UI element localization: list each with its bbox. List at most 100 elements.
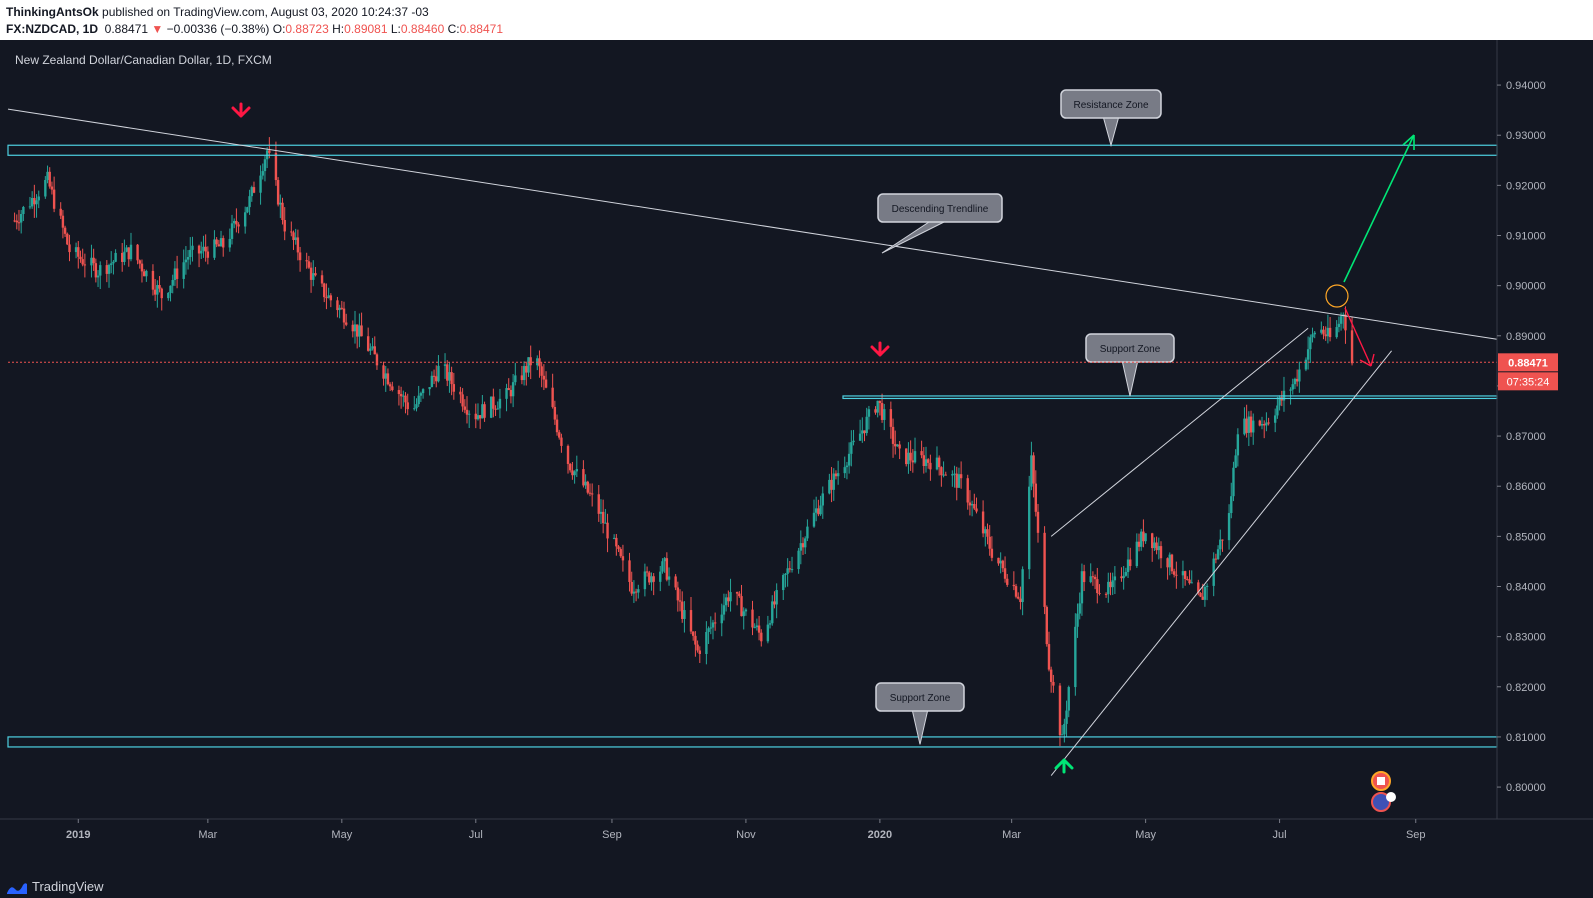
- candle-body: [1293, 378, 1297, 385]
- candle-body: [911, 460, 915, 463]
- candle-body: [753, 627, 756, 629]
- candle-body: [812, 512, 816, 527]
- candle-body: [509, 389, 513, 397]
- candle-body: [489, 396, 493, 418]
- candle-body: [889, 409, 893, 427]
- candle-body: [290, 231, 293, 233]
- candle-body: [1219, 539, 1222, 550]
- candle-body: [926, 459, 930, 463]
- price-tick-label: 0.81000: [1506, 732, 1546, 744]
- candle-body: [988, 536, 991, 549]
- candle-body: [1137, 541, 1141, 547]
- candle-body: [66, 233, 69, 245]
- candle-body: [951, 474, 954, 476]
- time-tick-label: May: [1135, 829, 1156, 841]
- candle-body: [432, 375, 436, 377]
- candle-body: [1096, 579, 1099, 594]
- candle-body: [391, 386, 394, 391]
- candle-body: [920, 451, 923, 456]
- candle-body: [1245, 418, 1248, 433]
- candle-body: [1344, 314, 1347, 331]
- candle-body: [1188, 579, 1191, 584]
- candle-body: [465, 409, 469, 415]
- candle-body: [481, 404, 484, 419]
- candle-body: [619, 549, 622, 557]
- time-tick-label: 2020: [868, 829, 892, 841]
- candle-body: [599, 511, 603, 514]
- candle-body: [566, 445, 570, 464]
- candle-body: [200, 250, 203, 254]
- candle-body: [659, 571, 662, 582]
- price-change: −0.00336 (−0.38%): [166, 22, 270, 36]
- candle-body: [167, 292, 170, 299]
- candle-body: [1199, 592, 1202, 597]
- candle-body: [415, 404, 418, 409]
- candle-body: [1320, 329, 1323, 333]
- candle-body: [1076, 613, 1079, 627]
- open-value: 0.88723: [285, 22, 329, 36]
- price-tick-label: 0.82000: [1506, 682, 1546, 694]
- candle-body: [463, 406, 467, 410]
- candle-body: [1234, 455, 1237, 468]
- countdown-value: 07:35:24: [1507, 376, 1550, 388]
- candle-body: [632, 591, 636, 594]
- candle-body: [907, 452, 910, 465]
- price-chart[interactable]: Resistance Zone Descending Trendline Suppo…: [0, 40, 1593, 876]
- candle-body: [1049, 669, 1053, 682]
- candle-body: [340, 307, 344, 309]
- candle-body: [628, 560, 631, 582]
- candle-body: [1291, 384, 1294, 390]
- candle-body: [922, 455, 926, 467]
- callout-label: Support Zone: [890, 693, 951, 704]
- candle-body: [428, 387, 431, 390]
- candle-body: [63, 227, 67, 234]
- candle-body: [676, 587, 680, 601]
- candle-body: [309, 267, 313, 280]
- candle-body: [450, 372, 453, 385]
- candle-body: [1263, 424, 1266, 426]
- candle-body: [940, 467, 943, 476]
- candle-body: [621, 556, 625, 561]
- candle-body: [584, 481, 587, 486]
- candle-body: [604, 522, 607, 524]
- symbol-label: FX:NZDCAD, 1D: [6, 22, 98, 36]
- candle-body: [145, 270, 148, 277]
- candle-body: [905, 448, 908, 465]
- candle-body: [665, 558, 669, 580]
- candle-body: [327, 295, 330, 298]
- candle-body: [757, 625, 761, 633]
- author-name[interactable]: ThinkingAntsOk: [6, 5, 99, 19]
- candle-body: [744, 609, 748, 612]
- high-value: 0.89081: [344, 22, 388, 36]
- candle-body: [711, 622, 715, 628]
- candle-body: [452, 384, 456, 392]
- candle-body: [140, 263, 144, 272]
- candle-body: [771, 601, 774, 624]
- candle-body: [474, 413, 477, 420]
- candle-body: [1111, 580, 1114, 588]
- candle-body: [986, 529, 989, 537]
- candle-body: [59, 208, 62, 216]
- tradingview-brand[interactable]: TradingView: [6, 879, 104, 895]
- candle-body: [1252, 420, 1255, 433]
- candle-body: [1135, 541, 1139, 567]
- flag-emblem-icon: [1377, 777, 1385, 785]
- candle-body: [1205, 585, 1209, 588]
- candle-body: [876, 400, 879, 413]
- candle-body: [637, 589, 640, 593]
- candle-body: [1043, 532, 1046, 607]
- candle-body: [1063, 723, 1066, 735]
- candle-body: [984, 529, 987, 534]
- candle-body: [105, 265, 109, 274]
- candle-body: [246, 207, 249, 213]
- candle-body: [786, 568, 789, 574]
- candle-body: [507, 388, 510, 390]
- candle-body: [382, 365, 385, 379]
- candle-body: [788, 568, 792, 570]
- candle-body: [112, 261, 115, 264]
- ohlc-line: FX:NZDCAD, 1D 0.88471 ▼ −0.00336 (−0.38%…: [6, 22, 503, 36]
- candle-body: [1265, 422, 1268, 426]
- price-tick-label: 0.92000: [1506, 180, 1546, 192]
- candle-body: [942, 474, 945, 476]
- candle-body: [799, 543, 803, 551]
